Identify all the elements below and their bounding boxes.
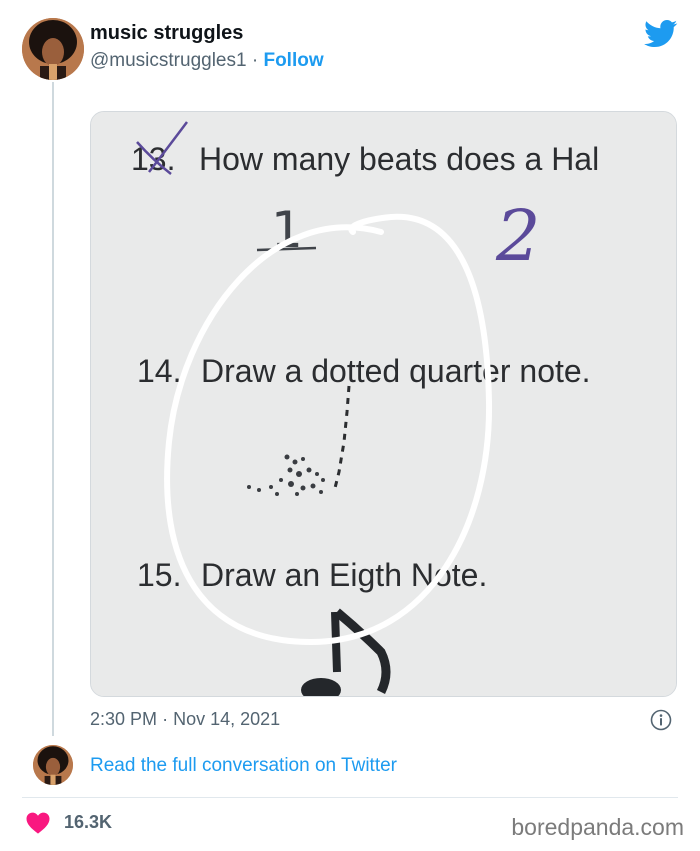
time: 2:30 PM <box>90 709 158 729</box>
thread-line <box>52 82 54 736</box>
like-count[interactable]: 16.3K <box>64 812 112 833</box>
avatar[interactable] <box>22 18 84 80</box>
question-13-text: How many beats does a Hal <box>199 141 599 177</box>
handle[interactable]: @musicstruggles1 <box>90 50 247 71</box>
display-name[interactable]: music struggles <box>90 22 243 45</box>
handwritten-answer-2: 2 <box>495 195 541 277</box>
follow-button[interactable]: Follow <box>263 50 323 71</box>
separator-dot: · <box>251 50 259 71</box>
question-15-number: 15. <box>137 557 181 593</box>
separator-dot: · <box>162 709 169 729</box>
date: Nov 14, 2021 <box>173 709 281 729</box>
source-credit: boredpanda.com <box>511 814 684 840</box>
twitter-bird-icon[interactable] <box>644 20 678 48</box>
timestamp[interactable]: 2:30 PM · Nov 14, 2021 <box>90 709 280 730</box>
question-14-number: 14. <box>137 353 181 389</box>
read-conversation-link[interactable]: Read the full conversation on Twitter <box>90 755 397 777</box>
heart-icon[interactable] <box>26 812 50 834</box>
question-14-text: Draw a dotted quarter note. <box>201 353 591 389</box>
question-15-text: Draw an Eigth Note. <box>201 557 487 593</box>
info-icon[interactable] <box>650 709 672 731</box>
tweet-card: music struggles @musicstruggles1 · Follo… <box>0 0 700 851</box>
handle-row: @musicstruggles1 · Follow <box>90 50 324 72</box>
avatar-small[interactable] <box>33 745 73 785</box>
divider <box>22 797 678 798</box>
tweet-photo[interactable]: 13. How many beats does a Hal 1 2 14. Dr… <box>90 111 677 697</box>
